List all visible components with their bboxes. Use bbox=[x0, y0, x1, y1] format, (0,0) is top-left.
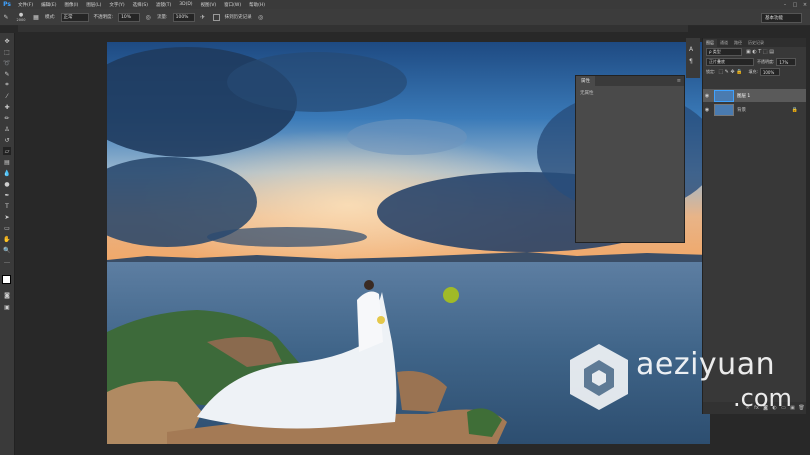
visibility-eye-icon[interactable]: ◉ bbox=[703, 93, 711, 99]
move-tool-icon[interactable]: ✥ bbox=[3, 37, 11, 45]
brush-size-label: 2000 bbox=[16, 18, 26, 22]
menu-edit[interactable]: 编辑(E) bbox=[37, 2, 60, 8]
menu-filter[interactable]: 滤镜(T) bbox=[152, 2, 175, 8]
lasso-tool-icon[interactable]: ➰ bbox=[3, 59, 11, 67]
mode-select[interactable]: 正常 bbox=[60, 12, 89, 22]
menu-help[interactable]: 帮助(H) bbox=[245, 2, 269, 8]
layer-name[interactable]: 背景 bbox=[737, 107, 746, 113]
mode-label: 模式: bbox=[45, 15, 56, 20]
foreground-color-swatch[interactable] bbox=[2, 275, 11, 284]
no-properties-label: 无属性 bbox=[580, 91, 594, 96]
menu-select[interactable]: 选择(S) bbox=[129, 2, 152, 8]
brush-preset-icon[interactable]: ● 2000 bbox=[14, 12, 28, 22]
kind-filter-select[interactable]: ρ 类型 bbox=[706, 48, 742, 56]
opacity-field[interactable]: 10% bbox=[118, 12, 141, 22]
lock-icon: 🔒 bbox=[791, 106, 798, 113]
pen-tool-icon[interactable]: ✒ bbox=[3, 191, 11, 199]
menu-view[interactable]: 视图(V) bbox=[197, 2, 221, 8]
menu-image[interactable]: 图像(I) bbox=[60, 2, 82, 8]
layer-thumbnail bbox=[714, 89, 734, 102]
erase-history-checkbox[interactable] bbox=[212, 13, 220, 21]
dodge-tool-icon[interactable]: ● bbox=[3, 180, 11, 188]
tab-paths[interactable]: 路径 bbox=[731, 39, 745, 47]
watermark-text: aeziyuan bbox=[636, 347, 776, 382]
photoshop-logo: Ps bbox=[3, 1, 11, 8]
flow-label: 流量: bbox=[157, 15, 168, 20]
options-bar: ✎ ● 2000 ▦ 模式: 正常 不透明度: 10% ◎ 流量: 100% ✈… bbox=[0, 9, 810, 26]
rectangle-tool-icon[interactable]: ▭ bbox=[3, 224, 11, 232]
screen-mode-icon[interactable]: ▣ bbox=[3, 303, 11, 311]
menu-file[interactable]: 文件(F) bbox=[14, 2, 37, 8]
pressure-opacity-icon[interactable]: ◎ bbox=[144, 13, 152, 21]
tab-history[interactable]: 历史记录 bbox=[745, 39, 767, 47]
path-select-tool-icon[interactable]: ➤ bbox=[3, 213, 11, 221]
menu-3d[interactable]: 3D(D) bbox=[175, 2, 196, 7]
tools-panel: ✥ ⬚ ➰ ✎ ⌗ ⁄ ✚ ✏ ♙ ↺ ▱ ▤ 💧 ● ✒ T ➤ ▭ ✋ 🔍 … bbox=[0, 33, 15, 455]
character-panel-icon[interactable]: A bbox=[689, 46, 693, 53]
layer-name[interactable]: 图层 1 bbox=[737, 93, 750, 99]
eyedropper-tool-icon[interactable]: ⁄ bbox=[3, 92, 11, 100]
quick-select-tool-icon[interactable]: ✎ bbox=[3, 70, 11, 78]
paragraph-panel-icon[interactable]: ¶ bbox=[689, 58, 693, 65]
opacity-label: 不透明度: bbox=[757, 59, 775, 64]
maximize-button[interactable]: □ bbox=[790, 2, 800, 8]
tab-layers[interactable]: 图层 bbox=[703, 39, 717, 47]
layer-opacity-field[interactable]: 17% bbox=[776, 58, 797, 66]
quick-mask-icon[interactable]: ◙ bbox=[3, 291, 11, 299]
properties-panel-header: 属性 ≡ bbox=[576, 76, 684, 86]
blur-tool-icon[interactable]: 💧 bbox=[3, 169, 11, 177]
hand-tool-icon[interactable]: ✋ bbox=[3, 235, 11, 243]
erase-history-label: 抹到历史记录 bbox=[224, 15, 252, 20]
brush-tool-icon[interactable]: ✏ bbox=[3, 114, 11, 122]
menu-layer[interactable]: 图层(L) bbox=[82, 2, 105, 8]
gradient-tool-icon[interactable]: ▤ bbox=[3, 158, 11, 166]
brush-panel-icon[interactable]: ▦ bbox=[32, 13, 40, 21]
eraser-tool-icon[interactable]: ▱ bbox=[3, 147, 11, 155]
close-button[interactable]: × bbox=[800, 2, 810, 8]
visibility-eye-icon[interactable]: ◉ bbox=[703, 107, 711, 113]
blend-mode-select[interactable]: 正片叠底 bbox=[706, 58, 754, 66]
properties-panel: 属性 ≡ 无属性 bbox=[575, 75, 685, 243]
minimize-button[interactable]: – bbox=[780, 2, 790, 8]
blend-row: 正片叠底 不透明度: 17% bbox=[703, 57, 806, 67]
type-tool-icon[interactable]: T bbox=[3, 202, 11, 210]
menu-window[interactable]: 窗口(W) bbox=[220, 2, 245, 8]
watermark-logo bbox=[568, 342, 630, 412]
history-brush-tool-icon[interactable]: ↺ bbox=[3, 136, 11, 144]
collapsed-panels-strip: A ¶ bbox=[686, 38, 700, 78]
lock-row: 锁定: ⬚ ✎ ✥ 🔒 填充: 100% bbox=[703, 67, 806, 77]
workspace-select[interactable]: 基本功能 bbox=[761, 13, 802, 23]
watermark-domain: .com bbox=[733, 384, 792, 412]
panel-menu-icon[interactable]: ≡ bbox=[677, 78, 684, 84]
flow-field[interactable]: 100% bbox=[172, 12, 195, 22]
marquee-tool-icon[interactable]: ⬚ bbox=[3, 48, 11, 56]
lock-label: 锁定: bbox=[706, 69, 716, 74]
airbrush-icon[interactable]: ✈ bbox=[199, 13, 207, 21]
zoom-tool-icon[interactable]: 🔍 bbox=[3, 246, 11, 254]
history-brush-tool-icon[interactable]: ✎ bbox=[2, 13, 10, 21]
layer-thumbnail bbox=[714, 103, 734, 116]
tab-channels[interactable]: 通道 bbox=[717, 39, 731, 47]
clone-stamp-tool-icon[interactable]: ♙ bbox=[3, 125, 11, 133]
opacity-label: 不透明度: bbox=[93, 15, 114, 20]
fill-field[interactable]: 100% bbox=[759, 68, 780, 76]
document-tab-bar[interactable] bbox=[18, 25, 688, 32]
layer-row-selected[interactable]: ◉ 图层 1 bbox=[703, 89, 806, 102]
layers-panel-tabs: 图层 通道 路径 历史记录 bbox=[703, 38, 806, 47]
delete-layer-icon[interactable]: 🗑 bbox=[797, 405, 806, 411]
healing-brush-tool-icon[interactable]: ✚ bbox=[3, 103, 11, 111]
filter-icons[interactable]: ▣ ◐ T ⬚ ▤ bbox=[746, 49, 774, 55]
layer-row[interactable]: ◉ 背景 🔒 bbox=[703, 103, 806, 116]
crop-tool-icon[interactable]: ⌗ bbox=[3, 81, 11, 89]
menu-bar: Ps 文件(F) 编辑(E) 图像(I) 图层(L) 文字(Y) 选择(S) 滤… bbox=[0, 0, 810, 9]
fill-label: 填充: bbox=[748, 69, 758, 74]
more-tools-icon[interactable]: … bbox=[3, 257, 11, 265]
pressure-size-icon[interactable]: ◎ bbox=[257, 13, 265, 21]
layer-filter-row: ρ 类型 ▣ ◐ T ⬚ ▤ bbox=[703, 47, 806, 57]
brush-cursor bbox=[443, 287, 459, 303]
menu-type[interactable]: 文字(Y) bbox=[105, 2, 128, 8]
properties-tab[interactable]: 属性 bbox=[576, 76, 595, 86]
lock-icons[interactable]: ⬚ ✎ ✥ 🔒 bbox=[718, 69, 742, 75]
